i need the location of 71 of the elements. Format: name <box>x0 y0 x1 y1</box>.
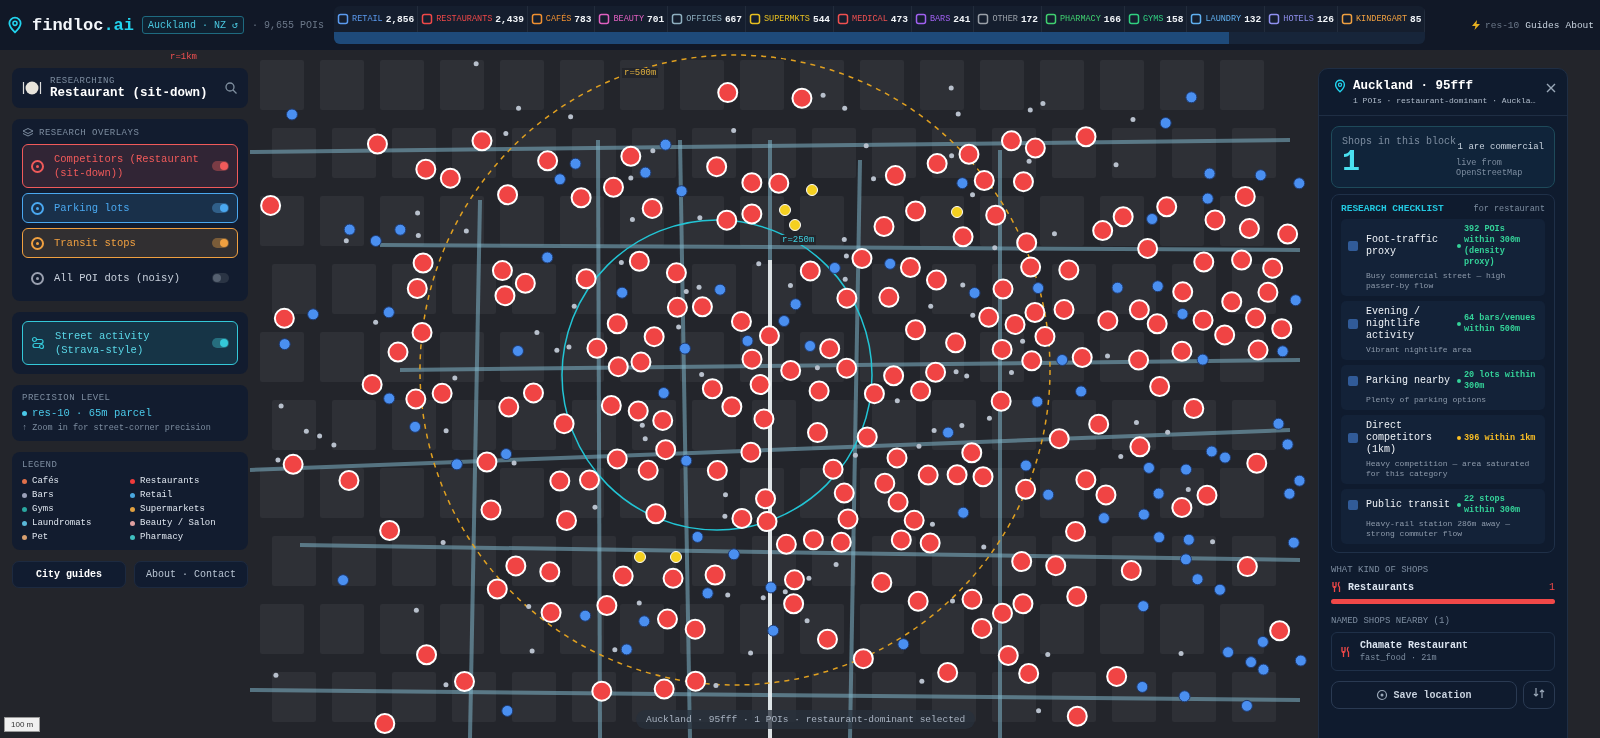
radius-label: r=500m <box>622 68 659 78</box>
checklist-scope: for restaurant <box>1473 203 1545 214</box>
legend-label: Supermarkets <box>140 504 205 514</box>
stat-value: 1 <box>1342 147 1360 177</box>
legend-label: Restaurants <box>140 476 200 486</box>
radius-label: r=250m <box>780 235 817 245</box>
checklist-item-title: Foot-traffic proxy <box>1366 234 1439 258</box>
legend-label: Pet <box>32 532 49 542</box>
checklist-note: Plenty of parking options <box>1366 395 1488 405</box>
overlay-label: Transit stops <box>54 236 137 250</box>
legend-label: Pharmacy <box>140 532 184 542</box>
stat-source: live from OpenStreetMap <box>1456 158 1524 178</box>
checklist-item-title: Parking nearby <box>1366 375 1451 387</box>
overlay-toggle-row[interactable]: Competitors (Restaurant (sit-down)) <box>22 144 238 188</box>
poi-total: · 9,655 POIs <box>252 19 325 31</box>
checklist-value: 396 within 1km <box>1464 432 1536 444</box>
research-title: Restaurant (sit-down) <box>50 86 209 100</box>
stat-label: Shops in this block <box>1342 136 1457 147</box>
section-title: PRECISION LEVEL <box>22 393 112 403</box>
checklist-note: Vibrant nightlife area <box>1366 345 1473 355</box>
overlay-label: Competitors (Restaurant (sit-down)) <box>54 152 200 180</box>
section-title: RESEARCH OVERLAYS <box>39 128 140 138</box>
nav-link[interactable]: Guides <box>1525 19 1560 31</box>
selection-toast: Auckland · 95fff · 1 POIs · restaurant-dominant selected <box>636 710 976 729</box>
checklist-note: Heavy-rail station 286m away — strong commuter flow <box>1366 519 1512 539</box>
shop-kind-count: 1 <box>1549 581 1555 593</box>
city-guides-button[interactable]: City guides <box>12 561 126 588</box>
overlay-toggle-row[interactable]: Transit stops <box>22 228 238 258</box>
overlay-toggle-row[interactable]: Parking lots <box>22 193 238 223</box>
checklist-note: Busy commercial street — high passer-by flow <box>1366 271 1507 291</box>
overlay-label: Parking lots <box>54 201 131 215</box>
checklist-value: 392 POIs within 300m (density proxy) <box>1464 224 1522 268</box>
legend-label: Cafés <box>32 476 59 486</box>
shop-name: Chamate Restaurant <box>1360 640 1469 651</box>
overlay-toggle-row[interactable]: Street activity (Strava-style) <box>22 321 238 365</box>
overlay-label: Street activity (Strava-style) <box>55 329 151 357</box>
precision-value: res-10 · 65m parcel <box>32 407 152 419</box>
legend-label: Laundromats <box>32 518 92 528</box>
section-label: RESEARCHING <box>50 76 116 86</box>
city-selector[interactable]: Auckland · NZ ↺ <box>142 16 245 34</box>
detail-subtitle: 1 POIs · restaurant-dominant · Auckla… <box>1353 96 1537 105</box>
checklist-value: 64 bars/venues within 500m <box>1464 313 1537 335</box>
checklist-value: 20 lots within 300m <box>1464 370 1537 392</box>
shop-kind-label: Restaurants <box>1348 581 1415 593</box>
nav-link[interactable]: About <box>1565 19 1594 31</box>
precision-hint: ↑ Zoom in for street-corner precision <box>22 423 212 433</box>
legend-label: Gyms <box>32 504 54 514</box>
precision-badge[interactable]: res-10 <box>1470 19 1520 31</box>
brand-logo[interactable]: findloc.ai <box>32 15 135 35</box>
checklist-item-title: Direct competitors (1km) <box>1366 420 1433 456</box>
overlay-toggle-row[interactable]: All POI dots (noisy) <box>22 263 238 293</box>
checklist-note: Heavy competition — area saturated for this category <box>1366 459 1531 479</box>
legend-label: Bars <box>32 490 54 500</box>
about-contact-button[interactable]: About · Contact <box>134 561 248 588</box>
section-title: LEGEND <box>22 460 59 470</box>
checklist-item-title: Public transit <box>1366 499 1451 511</box>
scale-bar: 100 m <box>4 717 41 732</box>
detail-title: Auckland · 95fff <box>1353 79 1475 93</box>
overlay-label: All POI dots (noisy) <box>54 271 182 285</box>
save-location-button[interactable]: Save location <box>1331 681 1517 709</box>
checklist-value: 22 stops within 300m <box>1464 494 1522 516</box>
section-title: WHAT KIND OF SHOPS <box>1331 565 1430 575</box>
legend-label: Beauty / Salon <box>140 518 216 528</box>
section-title: NAMED SHOPS NEARBY (1) <box>1331 616 1451 626</box>
radius-label: r=1km <box>168 52 199 62</box>
checklist-item-title: Evening / nightlife activity <box>1366 306 1421 342</box>
stat-note: 1 are commercial <box>1457 142 1544 152</box>
shop-meta: fast_food · 21m <box>1360 653 1438 663</box>
legend-label: Retail <box>140 490 173 500</box>
checklist-title: RESEARCH CHECKLIST <box>1341 203 1444 214</box>
named-shop-card[interactable]: Chamate Restaurant fast_food · 21m <box>1331 632 1555 671</box>
